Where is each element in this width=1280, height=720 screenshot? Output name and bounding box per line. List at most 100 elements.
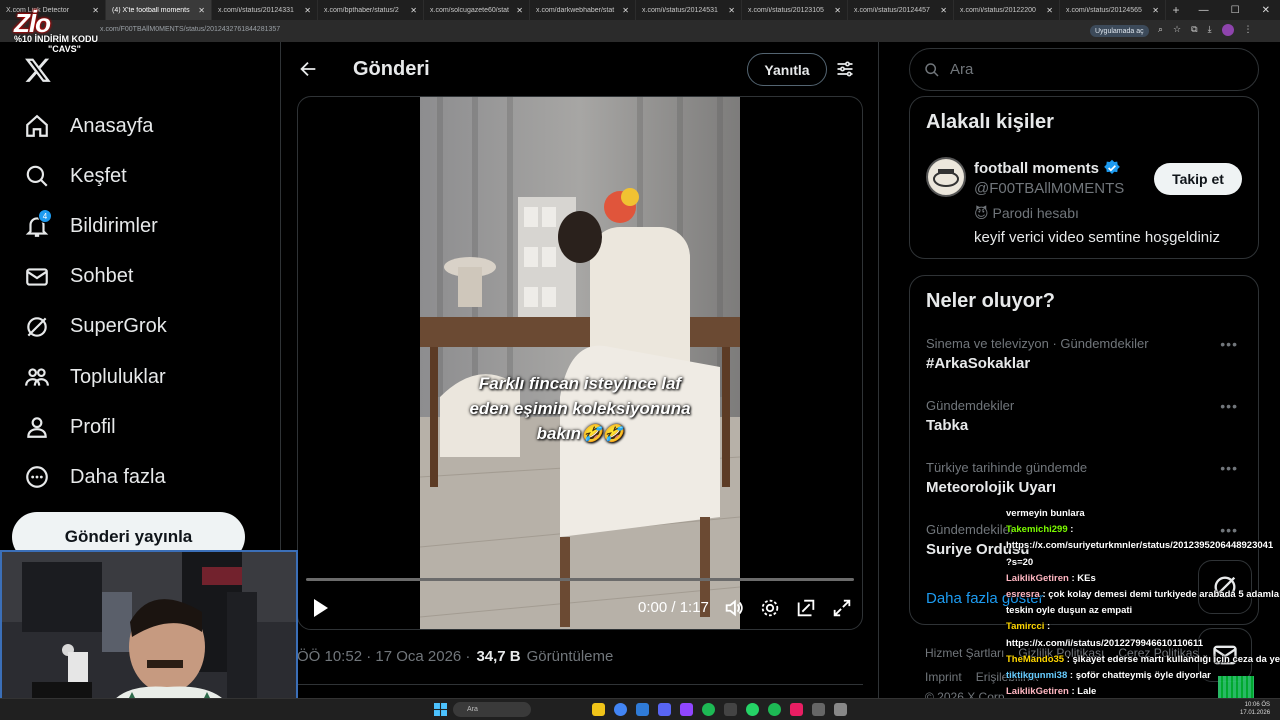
- browser-tab[interactable]: x.com/i/status/20122200 ✕: [954, 0, 1060, 20]
- maximize-icon[interactable]: ☐: [1231, 5, 1240, 16]
- sidebar-item-anasayfa[interactable]: Anasayfa: [24, 111, 153, 141]
- x-logo-icon[interactable]: [24, 56, 52, 84]
- taskbar-search[interactable]: Ara: [453, 702, 531, 717]
- fullscreen-icon[interactable]: [831, 597, 853, 619]
- sidebar-item-topluluklar[interactable]: Topluluklar: [24, 362, 166, 392]
- more-options-icon[interactable]: •••: [1220, 460, 1238, 476]
- browser-tab[interactable]: x.com/i/status/20124565 ✕: [1060, 0, 1166, 20]
- footer-link[interactable]: Hizmet Şartları: [925, 646, 1004, 660]
- video-frame[interactable]: Farklı fincan isteyince laf eden eşimin …: [420, 97, 740, 629]
- sidebar-item-sohbet[interactable]: Sohbet: [24, 262, 133, 292]
- profile-avatar-icon[interactable]: [1221, 24, 1234, 36]
- follow-button[interactable]: Takip et: [1154, 163, 1242, 195]
- chat-message: vermeyin bunlara: [1000, 506, 1280, 522]
- open-in-app-chip[interactable]: Uygulamada aç: [1090, 25, 1149, 37]
- file-explorer-icon[interactable]: [592, 703, 605, 716]
- chrome-icon[interactable]: [614, 703, 627, 716]
- star-icon[interactable]: ☆: [1173, 24, 1181, 36]
- footer-link[interactable]: Imprint: [925, 670, 962, 684]
- divider: [297, 684, 863, 685]
- trend-item[interactable]: Türkiye tarihinde gündemde Meteorolojik U…: [926, 460, 1246, 496]
- twitch-icon[interactable]: [680, 703, 693, 716]
- app-icon[interactable]: [812, 703, 825, 716]
- tab-close-icon[interactable]: ✕: [622, 6, 629, 15]
- post-timestamp[interactable]: ÖÖ 10:52 · 17 Oca 2026 ·: [297, 648, 470, 665]
- extensions-icon[interactable]: ⧉: [1191, 24, 1197, 36]
- tab-close-icon[interactable]: ✕: [728, 6, 735, 15]
- trend-item[interactable]: Sinema ve televizyon · Gündemdekiler #Ark…: [926, 336, 1246, 372]
- discord-icon[interactable]: [658, 703, 671, 716]
- tab-close-icon[interactable]: ✕: [198, 6, 205, 15]
- window-controls: — ☐ ✕: [1199, 0, 1280, 20]
- parody-label: 😈 Parodi hesabı: [974, 205, 1079, 222]
- tab-close-icon[interactable]: ✕: [834, 6, 841, 15]
- user-name[interactable]: football moments: [974, 159, 1121, 177]
- tab-close-icon[interactable]: ✕: [410, 6, 417, 15]
- more-icon: [24, 464, 50, 490]
- volume-icon[interactable]: [723, 597, 745, 619]
- browser-tab[interactable]: x.com/i/status/20124457 ✕: [848, 0, 954, 20]
- download-icon[interactable]: ⤓: [1208, 24, 1212, 36]
- picture-in-picture-icon[interactable]: [795, 597, 817, 619]
- app-icon[interactable]: [834, 703, 847, 716]
- whatsapp-icon[interactable]: [746, 703, 759, 716]
- tab-close-icon[interactable]: ✕: [1152, 6, 1159, 15]
- obs-icon[interactable]: [724, 703, 737, 716]
- sidebar-item-bildirimler[interactable]: 4 Bildirimler: [24, 209, 158, 241]
- windows-start-icon[interactable]: [434, 703, 447, 716]
- spotify-icon[interactable]: [768, 703, 781, 716]
- tab-close-icon[interactable]: ✕: [940, 6, 947, 15]
- close-window-icon[interactable]: ✕: [1262, 5, 1270, 16]
- sidebar-item-profil[interactable]: Profil: [24, 412, 116, 442]
- browser-tab[interactable]: x.com/i/status/20124531 ✕: [636, 0, 742, 20]
- tab-close-icon[interactable]: ✕: [516, 6, 523, 15]
- trend-name: Tabka: [926, 417, 969, 434]
- zoom-icon[interactable]: ⌕: [1158, 24, 1163, 36]
- sidebar-item-supergrok[interactable]: SuperGrok: [24, 312, 167, 342]
- more-options-icon[interactable]: •••: [1220, 336, 1238, 352]
- browser-tab[interactable]: (4) X'te football moments ✕: [106, 0, 212, 20]
- url-text[interactable]: x.com/F00TBAllM0MENTS/status/20124327618…: [100, 26, 280, 33]
- browser-tab[interactable]: x.com/darkwebhaber/stat ✕: [530, 0, 636, 20]
- minimize-icon[interactable]: —: [1199, 5, 1209, 16]
- avatar[interactable]: [926, 157, 966, 197]
- sidebar-item-daha-fazla[interactable]: Daha fazla: [24, 462, 166, 492]
- tab-title: x.com/darkwebhaber/stat: [536, 6, 615, 14]
- chat-text: ?s=20: [1006, 556, 1034, 568]
- browser-tab[interactable]: x.com/i/status/20123105 ✕: [742, 0, 848, 20]
- browser-tab[interactable]: x.com/bpthaber/status/2 ✕: [318, 0, 424, 20]
- more-options-icon[interactable]: •••: [1220, 398, 1238, 414]
- store-icon[interactable]: [636, 703, 649, 716]
- chat-message: teskin oyle duşun az empati: [1000, 603, 1280, 619]
- related-people-card: Alakalı kişiler football moments @F00TBA…: [909, 96, 1259, 259]
- trend-item[interactable]: Gündemdekiler Tabka •••: [926, 398, 1246, 434]
- user-handle[interactable]: @F00TBAllM0MENTS: [974, 180, 1124, 197]
- tab-close-icon[interactable]: ✕: [304, 6, 311, 15]
- chat-text: :: [1070, 524, 1074, 536]
- chat-text: vermeyin bunlara: [1006, 508, 1085, 519]
- browser-tab[interactable]: x.com/i/status/20124331 ✕: [212, 0, 318, 20]
- menu-icon[interactable]: ⋮: [1244, 24, 1253, 36]
- sidebar-item-label: Keşfet: [70, 164, 127, 187]
- search-input[interactable]: Ara: [909, 48, 1259, 91]
- chat-message: https://x.com/i/status/20122799466101106…: [1000, 636, 1280, 652]
- sliders-icon[interactable]: [835, 59, 855, 79]
- tab-close-icon[interactable]: ✕: [1046, 6, 1053, 15]
- play-icon[interactable]: [312, 597, 330, 619]
- browser-tab[interactable]: x.com/solcugazete60/stat ✕: [424, 0, 530, 20]
- stream-sponsor-logo: Zİo %10 İNDİRİM KODU "CAVS": [14, 10, 104, 56]
- video-player[interactable]: Farklı fincan isteyince laf eden eşimin …: [297, 96, 863, 630]
- reply-button[interactable]: Yanıtla: [747, 53, 827, 86]
- taskbar-clock[interactable]: 10:06 ÖS 17.01.2026: [1240, 701, 1270, 717]
- new-tab-button[interactable]: +: [1166, 3, 1186, 17]
- app-icon[interactable]: [790, 703, 803, 716]
- user-display-name[interactable]: football moments: [974, 160, 1099, 177]
- spotify-icon[interactable]: [702, 703, 715, 716]
- sidebar-item-keşfet[interactable]: Keşfet: [24, 161, 127, 191]
- post-header: Gönderi Yanıtla: [281, 42, 880, 97]
- back-arrow-icon[interactable]: [297, 58, 319, 80]
- video-progress-bar[interactable]: [306, 578, 854, 581]
- caption-line: Farklı fincan isteyince laf: [478, 374, 682, 393]
- grok-icon: [24, 314, 50, 340]
- settings-gear-icon[interactable]: [759, 597, 781, 619]
